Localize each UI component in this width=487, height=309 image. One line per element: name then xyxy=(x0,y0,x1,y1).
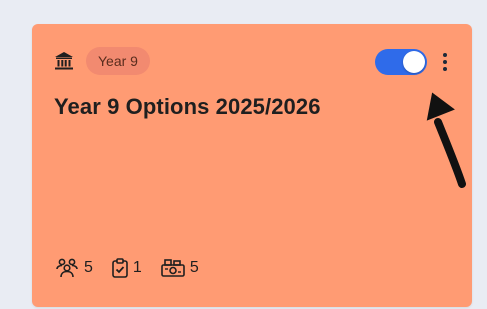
card-header: Year 9 xyxy=(54,46,150,76)
subjects-icon xyxy=(161,259,185,277)
stat-subjects: 5 xyxy=(160,258,199,278)
active-toggle[interactable] xyxy=(375,49,427,75)
card-title[interactable]: Year 9 Options 2025/2026 xyxy=(54,94,321,120)
option-card[interactable]: Year 9 Year 9 Options 2025/2026 5 1 5 xyxy=(32,24,472,307)
toggle-knob xyxy=(403,51,425,73)
year-badge: Year 9 xyxy=(86,47,150,75)
card-stats: 5 1 5 xyxy=(54,258,217,278)
more-vertical-icon xyxy=(443,53,447,57)
more-options-button[interactable] xyxy=(436,48,454,76)
clipboard-check-icon xyxy=(112,258,128,278)
arrow-annotation-icon xyxy=(426,92,466,188)
students-icon xyxy=(56,258,78,278)
stat-assessments-value: 1 xyxy=(132,259,142,276)
stat-students-value: 5 xyxy=(84,259,93,276)
stat-assessments: 1 xyxy=(111,258,142,278)
school-building-icon xyxy=(54,51,74,71)
stat-students: 5 xyxy=(54,258,93,278)
stat-subjects-value: 5 xyxy=(189,259,199,276)
